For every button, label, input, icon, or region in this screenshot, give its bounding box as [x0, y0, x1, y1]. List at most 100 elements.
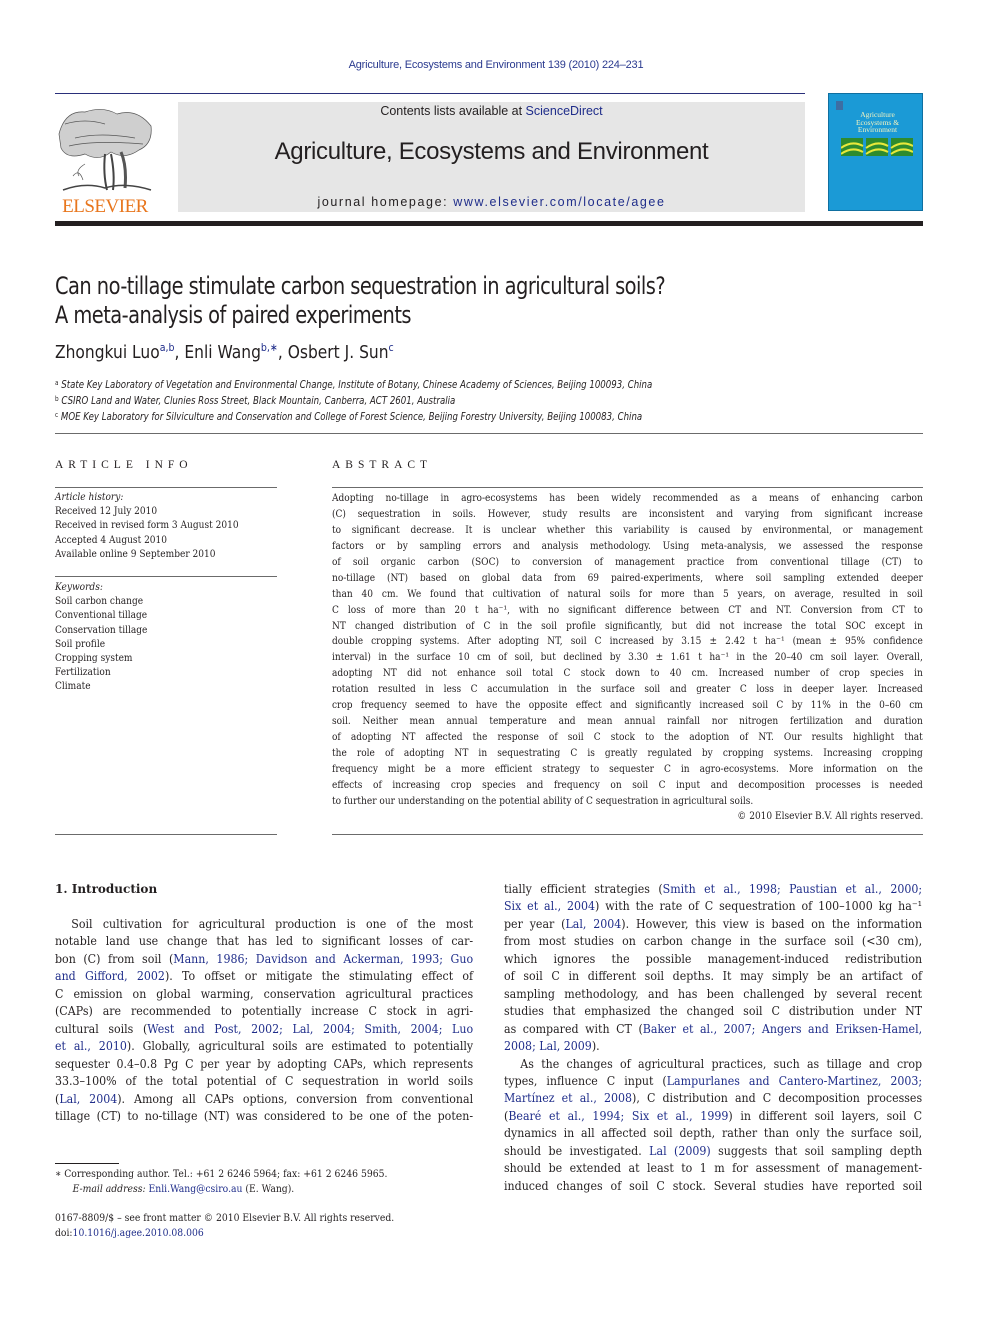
- keyword: Conservation tillage: [55, 623, 148, 636]
- history-entry: Received in revised form 3 August 2010: [55, 519, 239, 532]
- body-text-line: should be investigated. Lal (2009) sugge…: [504, 1143, 922, 1160]
- abstract-line: C loss of more than 20 t ha⁻¹, with no s…: [332, 603, 923, 616]
- body-text: ), C distribution and C decomposition pr…: [632, 1091, 923, 1106]
- body-text-line: of soil C in different soil depths. It m…: [504, 968, 922, 985]
- article-title-line-2: A meta-analysis of paired experiments: [55, 301, 412, 329]
- body-text-line: Martínez et al., 2008), C distribution a…: [504, 1090, 922, 1107]
- body-text: from most studies on carbon change in th…: [504, 934, 923, 949]
- copyright-text: © 2010 Elsevier B.V. All rights reserved…: [736, 810, 923, 822]
- body-text: per year (: [504, 916, 566, 931]
- abstract-line: double cropping systems. After adopting …: [332, 635, 923, 648]
- body-text: ). However, this view is based on the in…: [621, 916, 923, 931]
- doi-link[interactable]: 10.1016/j.agee.2010.08.006: [73, 1227, 204, 1239]
- sciencedirect-link[interactable]: ScienceDirect: [526, 104, 603, 118]
- contents-prefix: Contents lists available at: [380, 104, 526, 118]
- abstract-line: the role of adopting NT in sequestrating…: [332, 747, 923, 759]
- keyword: Soil profile: [55, 637, 106, 650]
- body-text: types, influence C input (: [504, 1073, 667, 1088]
- cover-title: Agriculture Ecosystems & Environment: [837, 111, 918, 134]
- citation-link[interactable]: Lal, 2004: [565, 917, 621, 931]
- article-history: Article history: Received 12 July 2010 R…: [55, 490, 268, 561]
- citation-link[interactable]: Lal (2009): [649, 1144, 711, 1158]
- body-text: 33.3–100% of the total potential of C se…: [55, 1074, 474, 1089]
- body-text-line: types, influence C input (Lampurlanes an…: [504, 1073, 922, 1090]
- body-text: should be extended at least to 1 m for a…: [504, 1161, 923, 1176]
- abstract-line: (C) sequestration in soils. However, stu…: [332, 507, 923, 520]
- citation-link[interactable]: Six et al., 2004: [504, 899, 595, 913]
- citation-link[interactable]: et al., 2010: [55, 1039, 127, 1053]
- body-text-line: Six et al., 2004) with the rate of C seq…: [504, 898, 922, 915]
- abstract-line: no-tillage (NT) based on global data fro…: [332, 571, 923, 584]
- abstract-line: Adopting no-tillage in agro-ecosystems h…: [332, 492, 923, 504]
- footnote: ∗ Corresponding author. Tel.: +61 2 6246…: [55, 1167, 433, 1196]
- body-text-line: sampling methodology, and has been chall…: [504, 986, 922, 1003]
- affiliations: a State Key Laboratory of Vegetation and…: [55, 376, 783, 424]
- body-text-line: cultural soils (West and Post, 2002; Lal…: [55, 1021, 473, 1038]
- history-entry: Available online 9 September 2010: [55, 547, 216, 560]
- body-text: ).: [591, 1039, 600, 1054]
- body-text-line: Soil cultivation for agricultural produc…: [55, 916, 473, 933]
- author-affiliation-mark[interactable]: c: [389, 341, 394, 354]
- email-link[interactable]: Enli.Wang@csiro.au: [149, 1183, 243, 1195]
- body-column-right: tially efficient strategies (Smith et al…: [504, 881, 966, 1195]
- keyword: Cropping system: [55, 652, 133, 665]
- elsevier-logo[interactable]: ELSEVIER: [55, 104, 155, 217]
- body-text-line: (Lal, 2004). Among all CAPs options, con…: [55, 1091, 473, 1108]
- abstract-line: crop frequency seemed to have the opposi…: [332, 699, 923, 712]
- body-text-line: (Bearé et al., 1994; Six et al., 1999) i…: [504, 1108, 922, 1125]
- citation-link[interactable]: Bearé et al., 1994; Six et al., 1999: [508, 1109, 728, 1123]
- citation-link[interactable]: Baker et al., 2007; Angers and Eriksen-H…: [643, 1022, 922, 1036]
- email-note: E-mail address: Enli.Wang@csiro.au (E. W…: [55, 1182, 387, 1197]
- affiliation: c MOE Key Laboratory for Silviculture an…: [55, 408, 652, 424]
- keywords-label: Keywords:: [55, 581, 103, 593]
- issn-line: 0167-8809/$ – see front matter © 2010 El…: [55, 1212, 395, 1224]
- citation-link[interactable]: Lampurlanes and Cantero-Martinez, 2003;: [667, 1074, 922, 1088]
- keyword: Soil carbon change: [55, 595, 144, 608]
- abstract-line: rotation resulted in less C accumulation…: [332, 683, 923, 696]
- citation-link[interactable]: West and Post, 2002; Lal, 2004; Smith, 2…: [147, 1022, 473, 1036]
- citation-link[interactable]: 2008; Lal, 2009: [504, 1039, 592, 1053]
- body-text: C emission on global warming, conservati…: [55, 986, 474, 1001]
- body-text: ). To offset or mitigate the stimulating…: [164, 969, 474, 984]
- abstract-line: NT changed distribution of C in the soil…: [332, 619, 923, 632]
- journal-cover-thumbnail[interactable]: Agriculture Ecosystems & Environment: [828, 93, 923, 211]
- abstract-line: soil. Neither mean annual temperature an…: [332, 715, 923, 728]
- affiliation: a State Key Laboratory of Vegetation and…: [55, 376, 652, 392]
- author-name[interactable]: Enli Wang: [184, 342, 261, 363]
- affiliation: b CSIRO Land and Water, Clunies Ross Str…: [55, 392, 652, 408]
- body-text-line: bon (C) from soil (Mann, 1986; Davidson …: [55, 951, 473, 968]
- body-column-left: Soil cultivation for agricultural produc…: [55, 916, 517, 1125]
- citation-link[interactable]: Mann, 1986; Davidson and Ackerman, 1993;…: [173, 952, 473, 966]
- abstract-heading: ABSTRACT: [332, 459, 433, 471]
- body-text: ) with the rate of C sequestration of 10…: [595, 899, 923, 914]
- cover-title-line: Environment: [857, 125, 898, 134]
- citation-link[interactable]: Martínez et al., 2008: [504, 1091, 632, 1105]
- body-text-line: tially efficient strategies (Smith et al…: [504, 881, 922, 898]
- email-label: E-mail address:: [72, 1182, 149, 1195]
- running-head[interactable]: Agriculture, Ecosystems and Environment …: [0, 59, 992, 71]
- doi-label: doi:: [55, 1226, 73, 1239]
- abstract-line: of soil organic carbon (SOC) to conversi…: [332, 555, 923, 568]
- citation-link[interactable]: and Gifford, 2002: [55, 969, 165, 983]
- author-affiliation-mark[interactable]: a,b: [160, 341, 175, 354]
- abstract-line: than 40 cm. We found that cultivation of…: [332, 587, 923, 600]
- keywords: Keywords: Soil carbon change Conventiona…: [55, 580, 162, 694]
- journal-homepage-link[interactable]: www.elsevier.com/locate/agee: [453, 195, 665, 209]
- author-affiliation-mark[interactable]: b,∗: [261, 341, 278, 354]
- journal-name: Agriculture, Ecosystems and Environment: [274, 138, 709, 165]
- body-text: as compared with CT (: [504, 1021, 643, 1036]
- body-text: ). Among all CAPs options, conversion fr…: [117, 1091, 474, 1106]
- homepage-line: journal homepage: www.elsevier.com/locat…: [178, 195, 805, 209]
- contents-line: Contents lists available at ScienceDirec…: [178, 104, 805, 118]
- article-info-divider: [55, 576, 277, 577]
- body-text: ) in different soil layers, soil C: [728, 1108, 923, 1123]
- doi-line: doi:10.1016/j.agee.2010.08.006: [55, 1226, 394, 1241]
- author-name[interactable]: Osbert J. Sun: [288, 342, 389, 363]
- author-name[interactable]: Zhongkui Luo: [55, 342, 160, 363]
- corresponding-author-note: ∗ Corresponding author. Tel.: +61 2 6246…: [55, 1168, 388, 1180]
- citation-link[interactable]: Lal, 2004: [59, 1092, 117, 1106]
- body-text-line: 2008; Lal, 2009).: [504, 1038, 922, 1055]
- citation-link[interactable]: Smith et al., 1998; Paustian et al., 200…: [663, 882, 922, 896]
- body-text: ). Globally, agricultural soils are esti…: [126, 1039, 474, 1054]
- header-thick-rule: [55, 221, 923, 226]
